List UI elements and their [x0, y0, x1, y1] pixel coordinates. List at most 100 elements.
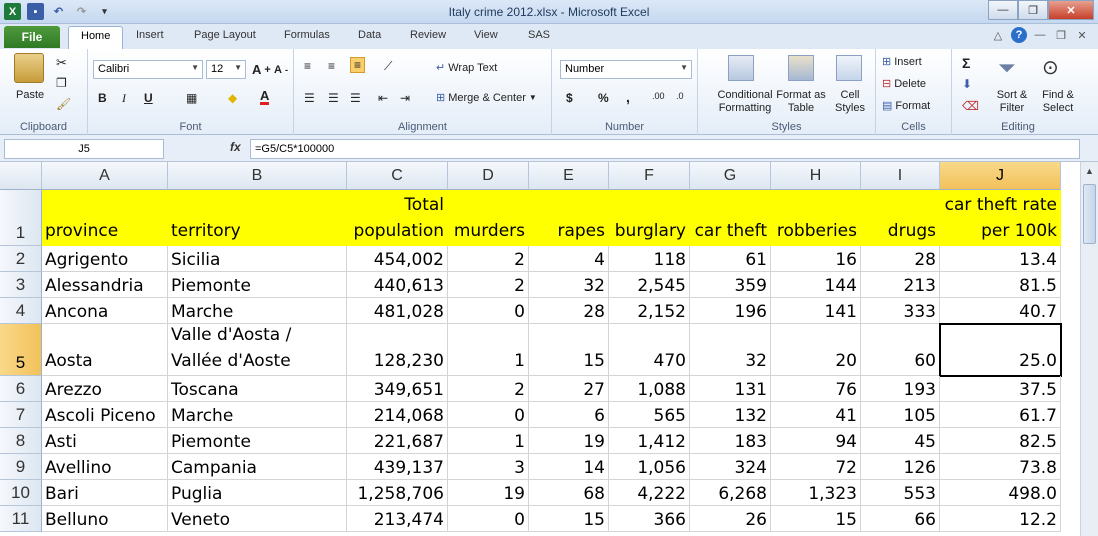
table-cell[interactable]: 76: [771, 376, 861, 402]
table-cell[interactable]: 1: [448, 428, 529, 454]
header-cell[interactable]: burglary: [609, 190, 690, 246]
table-cell[interactable]: 81.5: [940, 272, 1061, 298]
table-cell[interactable]: 1,258,706: [347, 480, 448, 506]
orientation-icon[interactable]: ⟋: [384, 59, 392, 74]
tab-view[interactable]: View: [474, 29, 498, 41]
table-cell[interactable]: Aosta: [42, 324, 168, 376]
table-cell[interactable]: 2,152: [609, 298, 690, 324]
table-cell[interactable]: 4: [529, 246, 609, 272]
table-cell[interactable]: Alessandria: [42, 272, 168, 298]
table-cell[interactable]: 196: [690, 298, 771, 324]
minimize-ribbon-icon[interactable]: △: [990, 27, 1006, 43]
italic-button[interactable]: I: [122, 91, 126, 106]
tab-review[interactable]: Review: [410, 29, 446, 41]
table-cell[interactable]: 26: [690, 506, 771, 532]
cut-icon[interactable]: ✂: [56, 55, 67, 71]
header-cell[interactable]: robberies: [771, 190, 861, 246]
format-as-table-button[interactable]: Format as Table: [774, 89, 828, 115]
table-cell[interactable]: 4,222: [609, 480, 690, 506]
table-cell[interactable]: 13.4: [940, 246, 1061, 272]
table-cell[interactable]: 6: [529, 402, 609, 428]
comma-button[interactable]: ,: [626, 89, 630, 105]
row-header-2[interactable]: 2: [0, 246, 42, 272]
currency-button[interactable]: $: [566, 91, 573, 105]
find-select-button[interactable]: Find & Select: [1036, 89, 1080, 115]
tab-formulas[interactable]: Formulas: [284, 29, 330, 41]
paste-button[interactable]: Paste: [16, 89, 44, 101]
table-cell[interactable]: 61.7: [940, 402, 1061, 428]
table-cell[interactable]: 1,412: [609, 428, 690, 454]
table-cell[interactable]: 105: [861, 402, 940, 428]
align-bottom-icon[interactable]: ≡: [350, 57, 366, 73]
table-cell[interactable]: Marche: [168, 402, 347, 428]
table-cell[interactable]: 45: [861, 428, 940, 454]
row-header-6[interactable]: 6: [0, 376, 42, 402]
table-cell[interactable]: Asti: [42, 428, 168, 454]
row-header-7[interactable]: 7: [0, 402, 42, 428]
table-cell[interactable]: 61: [690, 246, 771, 272]
table-cell[interactable]: 14: [529, 454, 609, 480]
table-cell[interactable]: Campania: [168, 454, 347, 480]
workbook-minimize-icon[interactable]: —: [1032, 27, 1048, 43]
scroll-thumb[interactable]: [1083, 184, 1096, 244]
table-cell[interactable]: 3: [448, 454, 529, 480]
table-cell[interactable]: 94: [771, 428, 861, 454]
header-cell[interactable]: Total population: [347, 190, 448, 246]
table-cell[interactable]: 498.0: [940, 480, 1061, 506]
table-cell[interactable]: 2: [448, 246, 529, 272]
underline-button[interactable]: U: [144, 91, 153, 105]
table-cell[interactable]: 439,137: [347, 454, 448, 480]
help-icon[interactable]: ?: [1011, 27, 1027, 43]
table-cell[interactable]: Belluno: [42, 506, 168, 532]
table-cell[interactable]: Sicilia: [168, 246, 347, 272]
formula-input[interactable]: =G5/C5*100000: [250, 139, 1080, 159]
table-cell[interactable]: 6,268: [690, 480, 771, 506]
table-cell[interactable]: Ancona: [42, 298, 168, 324]
table-cell[interactable]: Marche: [168, 298, 347, 324]
autosum-icon[interactable]: Σ: [962, 55, 970, 71]
minimize-button[interactable]: —: [988, 0, 1018, 20]
percent-button[interactable]: %: [598, 91, 609, 105]
table-cell[interactable]: 2,545: [609, 272, 690, 298]
row-header-11[interactable]: 11: [0, 506, 42, 532]
table-cell[interactable]: 440,613: [347, 272, 448, 298]
table-cell[interactable]: 454,002: [347, 246, 448, 272]
table-cell[interactable]: 60: [861, 324, 940, 376]
column-header-d[interactable]: D: [448, 162, 529, 190]
scroll-up-icon[interactable]: ▲: [1081, 162, 1098, 179]
format-cells-button[interactable]: ▤ Format: [882, 99, 930, 113]
table-cell[interactable]: 2: [448, 272, 529, 298]
table-cell[interactable]: 19: [448, 480, 529, 506]
table-cell[interactable]: 0: [448, 402, 529, 428]
align-left-icon[interactable]: ☰: [304, 91, 315, 105]
decrease-decimal-icon[interactable]: .0: [676, 91, 684, 101]
select-all-corner[interactable]: [0, 162, 42, 190]
tab-page-layout[interactable]: Page Layout: [194, 29, 256, 41]
font-size-select[interactable]: 12 ▼: [206, 60, 246, 79]
sort-filter-button[interactable]: Sort & Filter: [992, 89, 1032, 115]
table-cell[interactable]: 213: [861, 272, 940, 298]
table-cell[interactable]: Veneto: [168, 506, 347, 532]
column-header-h[interactable]: H: [771, 162, 861, 190]
table-cell[interactable]: 128,230: [347, 324, 448, 376]
table-cell[interactable]: 324: [690, 454, 771, 480]
workbook-close-icon[interactable]: ✕: [1074, 27, 1090, 43]
workbook-restore-icon[interactable]: ❐: [1053, 27, 1069, 43]
column-header-f[interactable]: F: [609, 162, 690, 190]
table-cell[interactable]: 359: [690, 272, 771, 298]
restore-button[interactable]: ❐: [1018, 0, 1048, 20]
tab-sas[interactable]: SAS: [528, 29, 550, 41]
copy-icon[interactable]: ❐: [56, 76, 67, 90]
header-cell[interactable]: car theft: [690, 190, 771, 246]
table-cell[interactable]: 1: [448, 324, 529, 376]
table-cell[interactable]: 12.2: [940, 506, 1061, 532]
tab-file[interactable]: File: [4, 26, 60, 48]
table-cell[interactable]: 349,651: [347, 376, 448, 402]
conditional-formatting-icon[interactable]: [728, 55, 754, 81]
column-header-b[interactable]: B: [168, 162, 347, 190]
table-cell[interactable]: 214,068: [347, 402, 448, 428]
table-cell[interactable]: 193: [861, 376, 940, 402]
table-cell[interactable]: 144: [771, 272, 861, 298]
table-cell[interactable]: 28: [861, 246, 940, 272]
close-button[interactable]: ✕: [1048, 0, 1094, 20]
